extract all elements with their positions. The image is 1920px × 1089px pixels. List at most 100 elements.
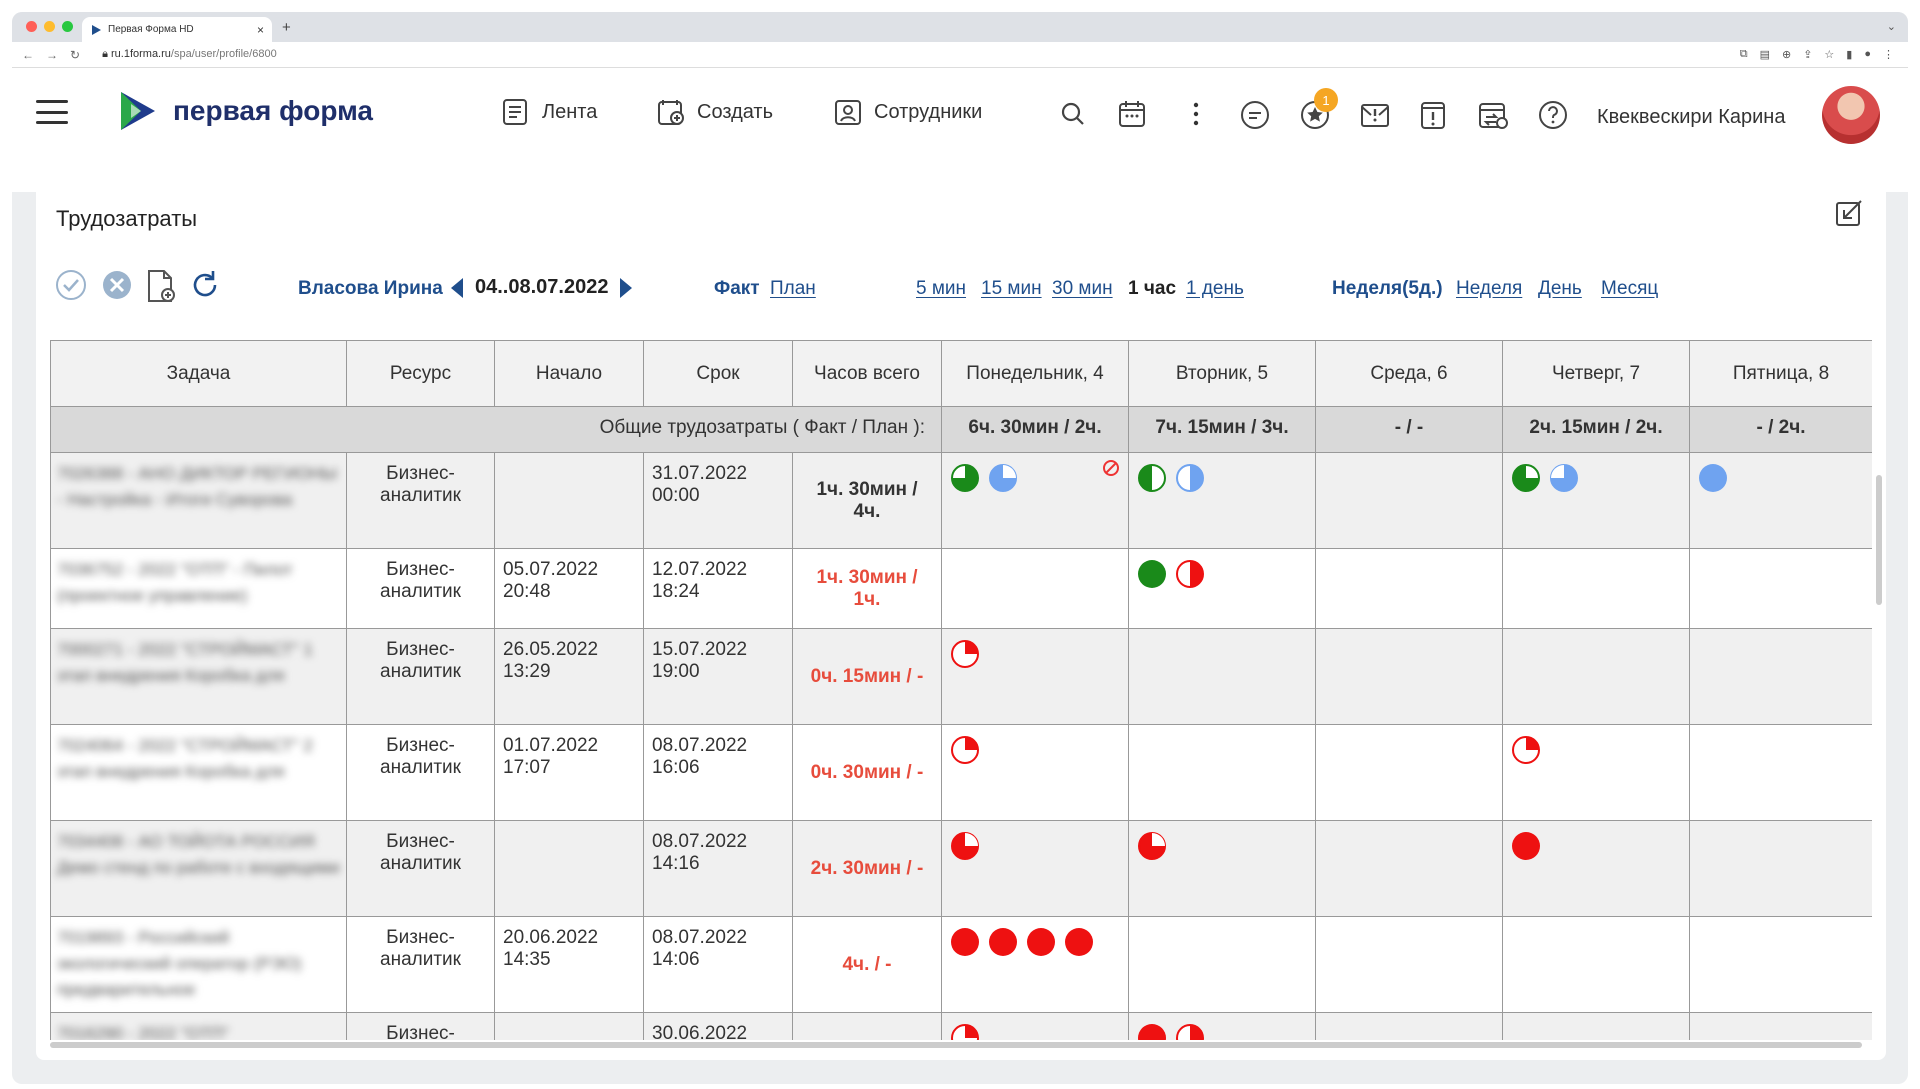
task-cell[interactable]: 7036752 - 2022 "ОТП" - Пилот (проектное … <box>50 548 347 629</box>
col-header-due[interactable]: Срок <box>643 340 793 407</box>
overdue-dot-icon[interactable] <box>1175 559 1205 589</box>
more-vertical-icon[interactable] <box>1180 98 1212 130</box>
browser-tab[interactable]: Первая Форма HD × <box>82 17 272 42</box>
day-cell-fri[interactable] <box>1689 548 1872 629</box>
task-transfer-icon[interactable] <box>1476 98 1510 132</box>
hamburger-menu-icon[interactable] <box>36 100 68 124</box>
day-cell-wed[interactable] <box>1315 1012 1503 1040</box>
task-cell[interactable]: 7034408 - АО ТОЙОТА РОССИЯ Демо стенд по… <box>50 820 347 917</box>
expand-icon[interactable] <box>1834 198 1864 228</box>
day-cell-thu[interactable] <box>1502 628 1690 725</box>
mode-plan[interactable]: План <box>770 278 816 300</box>
overdue-dot-icon[interactable] <box>1175 1023 1205 1040</box>
overdue-dot-icon[interactable] <box>1026 927 1056 957</box>
mode-fact[interactable]: Факт <box>714 278 760 300</box>
table-row[interactable]: 7024064 - 2022 "СТРОЙМАСТ" 2 этап внедре… <box>50 724 1872 821</box>
day-cell-wed[interactable] <box>1315 724 1503 821</box>
zoom-icon[interactable]: ⊕ <box>1782 48 1791 61</box>
next-week-icon[interactable] <box>620 277 633 298</box>
horizontal-scrollbar[interactable] <box>50 1042 1862 1048</box>
day-cell-fri[interactable] <box>1689 916 1872 1013</box>
day-cell-thu[interactable] <box>1502 820 1690 917</box>
day-cell-mon[interactable] <box>941 724 1129 821</box>
fact-dot-icon[interactable] <box>1137 559 1167 589</box>
share-icon[interactable]: ⧉ <box>1740 48 1748 61</box>
col-header-fri[interactable]: Пятница, 8 <box>1689 340 1872 407</box>
menu-kebab-icon[interactable]: ⋮ <box>1883 48 1894 61</box>
chat-icon[interactable] <box>1238 98 1272 132</box>
overdue-dot-icon[interactable] <box>950 927 980 957</box>
day-cell-mon[interactable] <box>941 548 1129 629</box>
forbidden-icon[interactable] <box>1102 459 1120 477</box>
day-cell-tue[interactable] <box>1128 1012 1316 1040</box>
avatar[interactable] <box>1822 86 1880 144</box>
day-cell-tue[interactable] <box>1128 916 1316 1013</box>
user-name[interactable]: Квеквескири Карина <box>1597 106 1785 129</box>
url-field[interactable]: 🔒︎ ru.1forma.ru/spa/user/profile/6800 <box>102 48 277 61</box>
overdue-dot-icon[interactable] <box>1064 927 1094 957</box>
task-cell[interactable]: 7000271 - 2022 "СТРОЙМАСТ" 1 этап внедре… <box>50 628 347 725</box>
day-cell-fri[interactable] <box>1689 628 1872 725</box>
day-cell-fri[interactable] <box>1689 724 1872 821</box>
search-icon[interactable] <box>1057 98 1089 130</box>
day-cell-mon[interactable] <box>941 916 1129 1013</box>
col-header-start[interactable]: Начало <box>494 340 644 407</box>
plan-dot-icon[interactable] <box>988 463 1018 493</box>
day-cell-tue[interactable] <box>1128 820 1316 917</box>
maximize-window-dot[interactable] <box>62 21 73 32</box>
minimize-window-dot[interactable] <box>44 21 55 32</box>
day-cell-fri[interactable] <box>1689 1012 1872 1040</box>
overdue-dot-icon[interactable] <box>950 1023 980 1040</box>
forward-icon[interactable]: → <box>46 48 58 62</box>
day-cell-wed[interactable] <box>1315 916 1503 1013</box>
table-row[interactable]: 7000271 - 2022 "СТРОЙМАСТ" 1 этап внедре… <box>50 628 1872 725</box>
period-month[interactable]: Месяц <box>1601 278 1658 300</box>
table-row[interactable]: 7016290 - 2022 "ОТП" Бизнес- 30.06.2022 <box>50 1012 1872 1040</box>
col-header-tue[interactable]: Вторник, 5 <box>1128 340 1316 407</box>
task-cell[interactable]: 7026388 - АНО ДИКТОР РЕГИОНЫ - Настройка… <box>50 452 347 549</box>
col-header-wed[interactable]: Среда, 6 <box>1315 340 1503 407</box>
scale-5min[interactable]: 5 мин <box>916 278 966 300</box>
selected-person[interactable]: Власова Ирина <box>298 278 443 300</box>
fact-dot-icon[interactable] <box>1511 463 1541 493</box>
overdue-dot-icon[interactable] <box>1137 831 1167 861</box>
day-cell-thu[interactable] <box>1502 916 1690 1013</box>
col-header-task[interactable]: Задача <box>50 340 347 407</box>
col-header-mon[interactable]: Понедельник, 4 <box>941 340 1129 407</box>
plan-dot-icon[interactable] <box>1549 463 1579 493</box>
period-week5[interactable]: Неделя(5д.) <box>1332 278 1443 300</box>
col-header-resource[interactable]: Ресурс <box>346 340 495 407</box>
table-row[interactable]: 7026388 - АНО ДИКТОР РЕГИОНЫ - Настройка… <box>50 452 1872 549</box>
reject-icon[interactable] <box>100 268 134 302</box>
overdue-dot-icon[interactable] <box>1511 831 1541 861</box>
fact-dot-icon[interactable] <box>950 463 980 493</box>
day-cell-wed[interactable] <box>1315 628 1503 725</box>
nav-employees-button[interactable]: Сотрудники <box>832 96 982 128</box>
scale-1hour[interactable]: 1 час <box>1128 278 1176 300</box>
overdue-dot-icon[interactable] <box>1511 735 1541 765</box>
close-tab-icon[interactable]: × <box>257 23 264 37</box>
day-cell-mon[interactable] <box>941 820 1129 917</box>
refresh-icon[interactable] <box>188 268 222 302</box>
help-icon[interactable] <box>1536 98 1570 132</box>
table-row[interactable]: 7034408 - АО ТОЙОТА РОССИЯ Демо стенд по… <box>50 820 1872 917</box>
reload-icon[interactable]: ↻ <box>70 48 80 62</box>
col-header-thu[interactable]: Четверг, 7 <box>1502 340 1690 407</box>
task-cell[interactable]: 7019893 - Российский экологический опера… <box>50 916 347 1013</box>
plan-dot-icon[interactable] <box>1175 463 1205 493</box>
scale-15min[interactable]: 15 мин <box>981 278 1042 300</box>
nav-create-button[interactable]: Создать <box>655 96 773 128</box>
mail-alert-icon[interactable] <box>1358 98 1392 132</box>
vertical-scrollbar[interactable] <box>1876 475 1882 605</box>
translate-icon[interactable]: ▤ <box>1760 48 1770 61</box>
new-tab-icon[interactable]: + <box>282 19 291 36</box>
day-cell-thu[interactable] <box>1502 548 1690 629</box>
day-cell-wed[interactable] <box>1315 452 1503 549</box>
prev-week-icon[interactable] <box>451 277 463 298</box>
scale-1day[interactable]: 1 день <box>1186 278 1244 300</box>
day-cell-tue[interactable] <box>1128 452 1316 549</box>
fact-dot-icon[interactable] <box>1137 463 1167 493</box>
table-row[interactable]: 7036752 - 2022 "ОТП" - Пилот (проектное … <box>50 548 1872 629</box>
day-cell-fri[interactable] <box>1689 820 1872 917</box>
back-icon[interactable]: ← <box>22 48 34 62</box>
